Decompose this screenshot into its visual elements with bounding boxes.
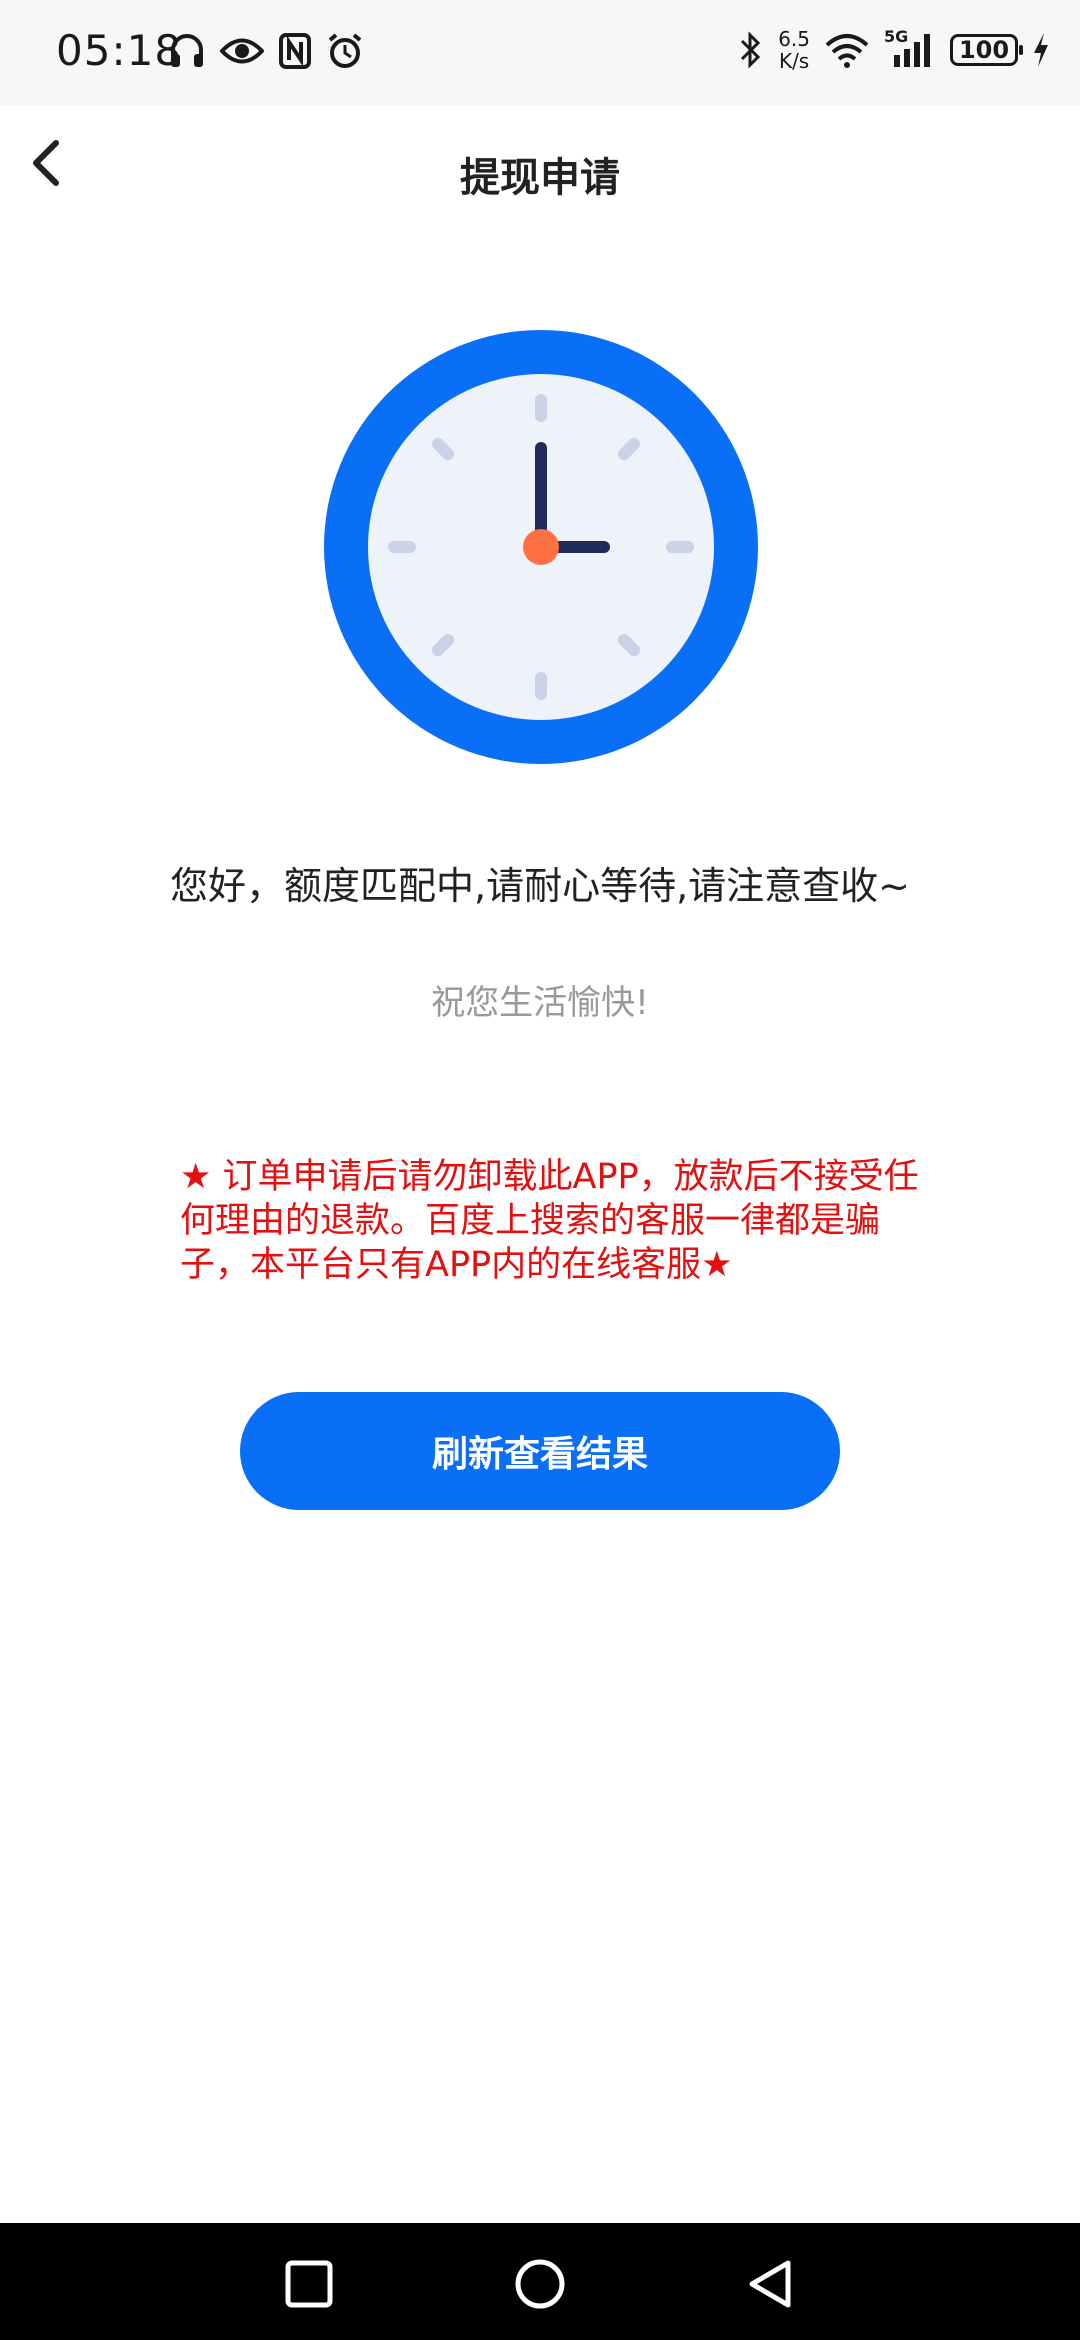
nav-bar: 提现申请 — [0, 105, 1080, 240]
network-speed-value: 6.5 — [778, 27, 810, 51]
wifi-icon — [825, 34, 869, 68]
system-nav-bar — [0, 2223, 1080, 2340]
wish-text: 祝您生活愉快! — [431, 983, 649, 1023]
eye-icon — [220, 38, 264, 64]
bluetooth-icon — [741, 31, 761, 69]
alarm-icon — [328, 33, 362, 68]
cellular-signal: 5G — [884, 27, 936, 69]
nfc-icon — [279, 33, 311, 69]
recent-apps-button[interactable] — [282, 2257, 336, 2311]
charging-icon — [1034, 33, 1048, 67]
status-left-icons — [168, 32, 364, 70]
status-bar: 05:18 6.5 K/s 5G 100 — [0, 0, 1080, 105]
matching-message: 您好，额度匹配中,请耐心等待,请注意查收~ — [170, 864, 910, 908]
refresh-button[interactable]: 刷新查看结果 — [240, 1392, 840, 1510]
network-speed: 6.5 K/s — [778, 28, 810, 72]
home-button[interactable] — [513, 2257, 567, 2311]
battery-indicator: 100 — [950, 34, 1023, 66]
status-time: 05:18 — [56, 26, 183, 75]
page-title: 提现申请 — [460, 155, 620, 201]
warning-notice: ★ 订单申请后请勿卸载此APP，放款后不接受任何理由的退款。百度上搜索的客服一律… — [180, 1157, 919, 1285]
network-speed-unit: K/s — [778, 49, 810, 73]
headphones-icon — [171, 34, 203, 67]
clock-icon — [324, 330, 758, 764]
page: 05:18 6.5 K/s 5G 100 提现申请 您好，额度匹配中,请耐心等待… — [0, 0, 1080, 2340]
status-right-icons: 6.5 K/s 5G 100 — [738, 27, 1050, 72]
back-nav-button[interactable] — [744, 2257, 798, 2311]
signal-icon — [894, 34, 930, 67]
